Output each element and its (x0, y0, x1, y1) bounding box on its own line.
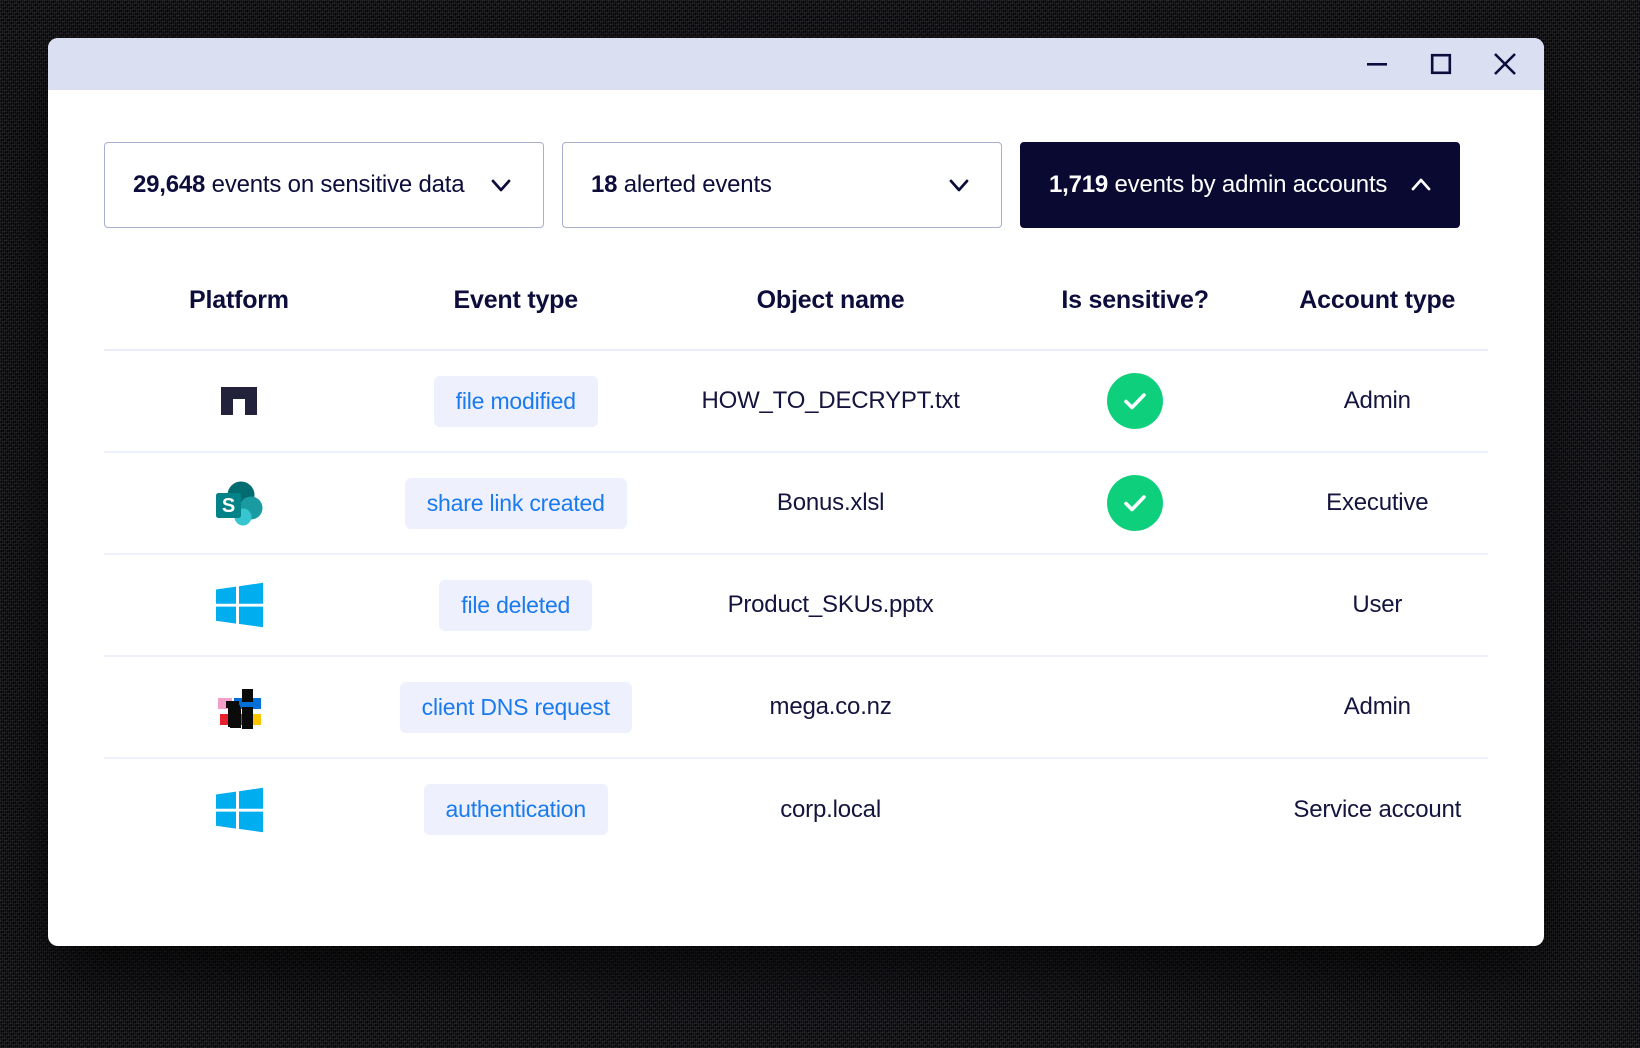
cell-account-type: Executive (1266, 452, 1488, 555)
column-header-platform: Platform (189, 286, 289, 314)
window-titlebar (48, 38, 1544, 90)
cell-account-type: User (1266, 554, 1488, 657)
table-row[interactable]: client DNS request mega.co.nz Admin (104, 656, 1488, 759)
table-row[interactable]: S share link created Bonus.xlsl Executiv… (104, 452, 1488, 555)
sensitive-check-icon (1107, 475, 1164, 531)
event-type-tag[interactable]: authentication (423, 784, 608, 835)
cell-is-sensitive (1003, 554, 1267, 657)
filter-pill-text: alerted events (617, 171, 772, 198)
cell-platform (104, 758, 374, 860)
chevron-up-icon[interactable] (1407, 171, 1435, 199)
filter-pill-text: events by admin accounts (1108, 171, 1388, 198)
filter-pill-group: 29,648 events on sensitive data 18 alert… (104, 142, 1488, 228)
cell-object-name: HOW_TO_DECRYPT.txt (657, 350, 1004, 453)
cisco-umbrella-logo-icon (212, 689, 266, 729)
chevron-down-icon[interactable] (945, 171, 973, 199)
cell-event-type: share link created (373, 452, 658, 555)
event-type-tag[interactable]: share link created (404, 477, 627, 529)
cell-object-name: Bonus.xlsl (657, 452, 1004, 555)
table-row[interactable]: file modified HOW_TO_DECRYPT.txt Admin (104, 350, 1488, 453)
event-type-tag[interactable]: file modified (433, 375, 598, 427)
cell-event-type: file deleted (373, 554, 658, 657)
filter-pill-count: 29,648 (133, 171, 206, 198)
table-body: file modified HOW_TO_DECRYPT.txt Admin S… (104, 350, 1488, 860)
app-window: 29,648 events on sensitive data 18 alert… (48, 38, 1544, 946)
cell-is-sensitive (1004, 758, 1267, 860)
maximize-button[interactable] (1424, 47, 1458, 81)
chevron-down-icon[interactable] (487, 171, 515, 199)
event-type-tag[interactable]: client DNS request (399, 681, 632, 733)
svg-text:S: S (222, 495, 235, 517)
cell-platform: S (104, 452, 374, 555)
column-header-account-type: Account type (1299, 286, 1456, 314)
sharepoint-logo-icon: S (213, 481, 265, 526)
windows-logo-icon (213, 787, 265, 832)
filter-pill-count: 18 (591, 171, 618, 198)
cell-event-type: file modified (373, 350, 658, 453)
cell-platform (104, 350, 374, 453)
table-row[interactable]: file deleted Product_SKUs.pptx User (104, 554, 1488, 657)
cell-account-type: Service account (1293, 795, 1462, 823)
cell-is-sensitive (1003, 656, 1267, 759)
table-row[interactable]: authentication corp.local Service accoun… (104, 758, 1488, 860)
events-table: Platform Event type Object name Is sensi… (104, 286, 1488, 860)
main-content: 29,648 events on sensitive data 18 alert… (48, 90, 1544, 860)
cell-event-type: authentication (374, 758, 658, 860)
cell-event-type: client DNS request (373, 656, 658, 759)
cell-platform (104, 554, 374, 657)
close-icon (1491, 50, 1519, 78)
event-type-tag[interactable]: file deleted (439, 579, 593, 631)
cell-account-type: Admin (1266, 656, 1488, 759)
close-button[interactable] (1488, 47, 1522, 81)
cell-is-sensitive (1003, 452, 1267, 555)
filter-pill-admin-accounts[interactable]: 1,719 events by admin accounts (1020, 142, 1460, 228)
cell-is-sensitive (1003, 350, 1267, 453)
filter-pill-sensitive-data[interactable]: 29,648 events on sensitive data (104, 142, 544, 228)
cell-platform (104, 656, 374, 759)
cell-account-type: Admin (1266, 350, 1488, 453)
filter-pill-label: 18 alerted events (591, 171, 772, 199)
netdocuments-logo-icon (215, 386, 263, 415)
filter-pill-alerted-events[interactable]: 18 alerted events (562, 142, 1002, 228)
cell-object-name: mega.co.nz (657, 656, 1004, 759)
filter-pill-text: events on sensitive data (205, 171, 465, 198)
table-header: Platform Event type Object name Is sensi… (104, 286, 1488, 350)
filter-pill-label: 29,648 events on sensitive data (133, 171, 465, 199)
cell-object-name: Product_SKUs.pptx (657, 554, 1004, 657)
filter-pill-count: 1,719 (1049, 171, 1109, 198)
cell-object-name: corp.local (780, 795, 881, 823)
column-header-event-type: Event type (453, 286, 579, 314)
column-header-is-sensitive: Is sensitive? (1061, 286, 1209, 314)
minimize-icon (1364, 51, 1390, 77)
sensitive-check-icon (1107, 373, 1164, 429)
maximize-icon (1428, 51, 1454, 77)
windows-logo-icon (213, 582, 265, 628)
filter-pill-label: 1,719 events by admin accounts (1049, 171, 1387, 199)
minimize-button[interactable] (1360, 47, 1394, 81)
column-header-object-name: Object name (756, 286, 905, 314)
